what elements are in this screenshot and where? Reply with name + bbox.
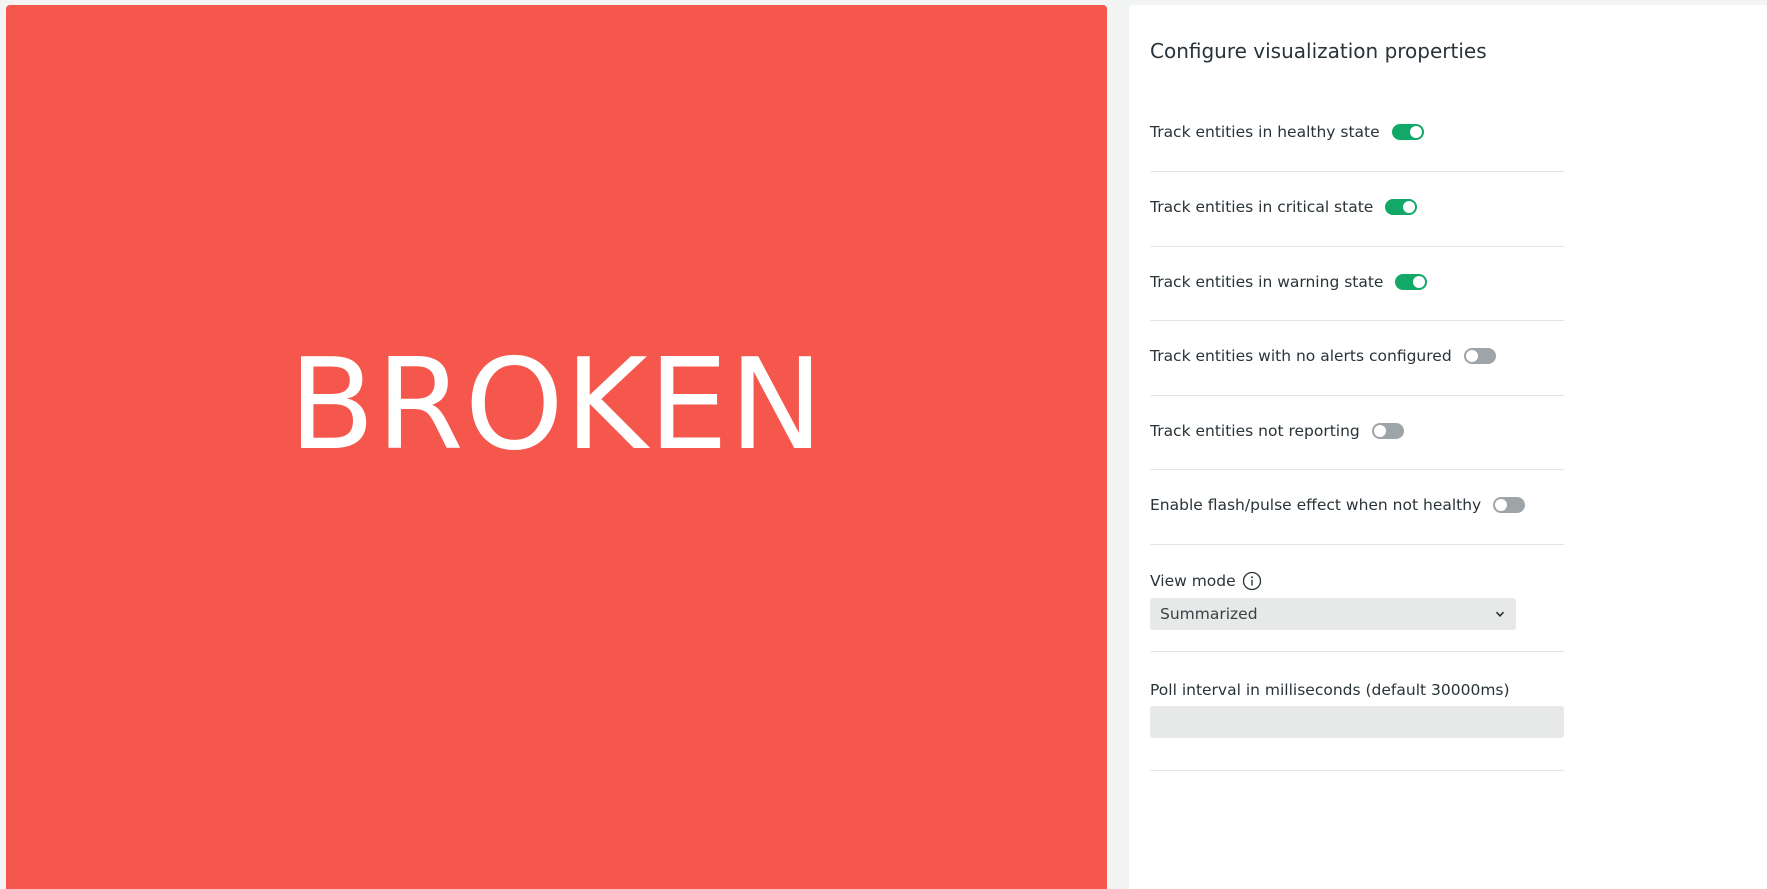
divider xyxy=(1150,320,1564,321)
divider xyxy=(1150,395,1564,396)
divider xyxy=(1150,770,1564,771)
toggle-row-warning: Track entities in warning state xyxy=(1150,273,1564,291)
divider xyxy=(1150,171,1564,172)
toggle-no-alerts[interactable] xyxy=(1463,348,1496,364)
toggle-knob xyxy=(1373,425,1386,437)
toggle-knob xyxy=(1403,201,1416,213)
toggle-row-not-reporting: Track entities not reporting xyxy=(1150,422,1564,440)
toggle-label-not-reporting: Track entities not reporting xyxy=(1150,422,1360,440)
toggle-warning[interactable] xyxy=(1395,274,1428,290)
view-mode-label: View mode xyxy=(1150,572,1236,590)
chevron-down-icon xyxy=(1494,608,1506,620)
toggle-label-healthy: Track entities in healthy state xyxy=(1150,123,1380,141)
toggle-row-flash-pulse: Enable flash/pulse effect when not healt… xyxy=(1150,496,1564,514)
divider xyxy=(1150,651,1564,652)
toggle-label-no-alerts: Track entities with no alerts configured xyxy=(1150,347,1452,365)
poll-interval-label-row: Poll interval in milliseconds (default 3… xyxy=(1150,681,1510,699)
poll-interval-label: Poll interval in milliseconds (default 3… xyxy=(1150,681,1510,699)
view-mode-label-row: View mode xyxy=(1150,571,1262,591)
info-icon[interactable] xyxy=(1242,571,1262,591)
toggle-flash-pulse[interactable] xyxy=(1493,497,1526,513)
toggle-knob xyxy=(1465,350,1478,362)
toggle-knob xyxy=(1413,276,1426,288)
configuration-panel: Configure visualization properties Track… xyxy=(1129,5,1767,889)
poll-interval-input[interactable] xyxy=(1150,706,1564,738)
toggle-label-flash-pulse: Enable flash/pulse effect when not healt… xyxy=(1150,496,1482,514)
toggle-label-warning: Track entities in warning state xyxy=(1150,273,1384,291)
status-text: BROKEN xyxy=(288,331,825,478)
toggle-knob xyxy=(1409,126,1422,138)
toggle-healthy[interactable] xyxy=(1391,124,1424,140)
visualization-preview: BROKEN xyxy=(6,5,1107,889)
view-mode-selected-value: Summarized xyxy=(1160,605,1258,623)
divider xyxy=(1150,246,1564,247)
toggle-row-no-alerts: Track entities with no alerts configured xyxy=(1150,347,1564,365)
toggle-knob xyxy=(1495,499,1508,511)
toggle-label-critical: Track entities in critical state xyxy=(1150,198,1374,216)
panel-title: Configure visualization properties xyxy=(1150,39,1487,63)
toggle-critical[interactable] xyxy=(1385,199,1418,215)
toggle-not-reporting[interactable] xyxy=(1371,423,1404,439)
divider xyxy=(1150,544,1564,545)
divider xyxy=(1150,469,1564,470)
toggle-row-healthy: Track entities in healthy state xyxy=(1150,123,1564,141)
view-mode-select[interactable]: Summarized xyxy=(1150,598,1516,630)
toggle-row-critical: Track entities in critical state xyxy=(1150,198,1564,216)
